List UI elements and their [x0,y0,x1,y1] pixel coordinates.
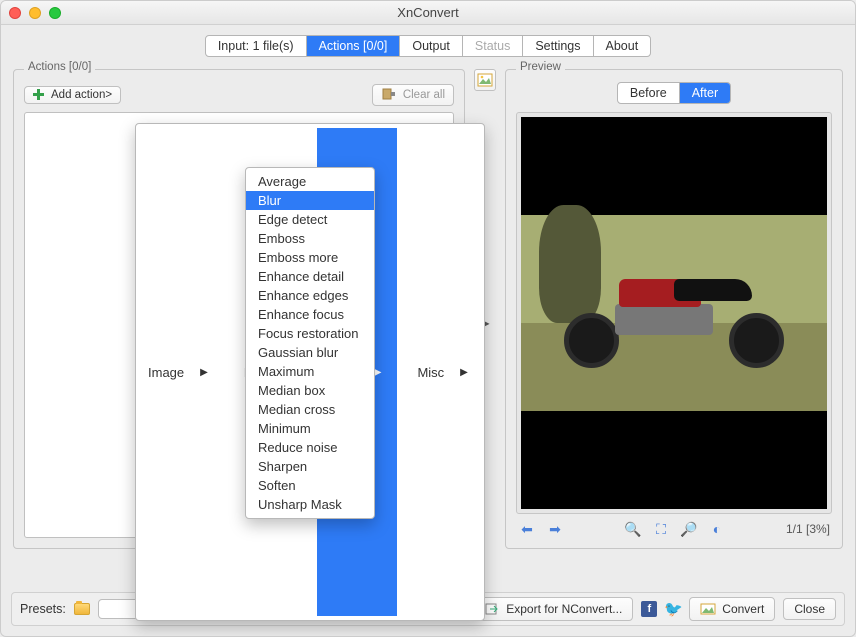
filter-item-label: Enhance focus [258,307,344,322]
plus-icon [33,89,45,101]
tab-actions[interactable]: Actions [0/0] [307,36,401,56]
next-image-icon[interactable]: ➡ [546,520,564,538]
filter-item-enhance-edges[interactable]: Enhance edges [246,286,374,305]
filter-item-label: Median cross [258,402,335,417]
main-tabs: Input: 1 file(s) Actions [0/0] Output St… [205,35,651,57]
preview-panel: Preview Before After [505,69,843,549]
tab-status[interactable]: Status [463,36,523,56]
filter-item-gaussian-blur[interactable]: Gaussian blur [246,343,374,362]
titlebar: XnConvert [1,1,855,25]
filter-item-label: Enhance edges [258,288,348,303]
app-window: XnConvert Input: 1 file(s) Actions [0/0]… [0,0,856,637]
zoom-reset-icon[interactable]: ◐ [708,520,726,538]
submenu-arrow-icon: ▶ [200,367,208,378]
tab-about[interactable]: About [594,36,651,56]
filter-item-median-box[interactable]: Median box [246,381,374,400]
add-action-label: Add action> [51,89,112,101]
menu-item-misc-label: Misc [417,365,444,380]
filter-item-average[interactable]: Average [246,172,374,191]
wheel-rear [729,313,784,368]
close-button[interactable]: Close [783,598,836,620]
convert-icon [700,601,716,617]
window-title: XnConvert [1,5,855,20]
filter-item-label: Emboss more [258,250,338,265]
filter-item-label: Reduce noise [258,440,338,455]
wheel-front [564,313,619,368]
clear-all-label: Clear all [403,89,445,101]
actions-toolbar: Add action> Clear all [24,84,454,106]
filter-item-label: Minimum [258,421,311,436]
filter-item-reduce-noise[interactable]: Reduce noise [246,438,374,457]
preview-scene [521,215,827,411]
preview-image[interactable] [521,117,827,509]
facebook-icon[interactable]: f [641,601,657,617]
filter-item-label: Gaussian blur [258,345,338,360]
broom-icon [381,87,397,103]
preview-controls: ⬅ ➡ 🔍 ⛶ 🔎 ◐ 1/1 [3%] [516,514,832,538]
menu-item-misc[interactable]: Misc ▶ [405,128,483,616]
motorcycle-shape [576,284,772,362]
filter-submenu: Average Blur Edge detect Emboss Emboss more E… [245,167,375,519]
filter-item-enhance-detail[interactable]: Enhance detail [246,267,374,286]
filter-item-edge-detect[interactable]: Edge detect [246,210,374,229]
tab-output[interactable]: Output [400,36,463,56]
seat [674,279,752,301]
zoom-in-icon[interactable]: 🔍 [624,520,642,538]
menu-item-image-label: Image [148,365,184,380]
filter-item-label: Edge detect [258,212,327,227]
preview-image-frame [516,112,832,514]
preview-legend: Preview [516,61,565,73]
export-nconvert-label: Export for NConvert... [506,602,622,616]
filter-item-label: Sharpen [258,459,307,474]
convert-button[interactable]: Convert [689,597,775,621]
prev-image-icon[interactable]: ⬅ [518,520,536,538]
preview-counter: 1/1 [3%] [786,522,830,536]
export-icon [484,601,500,617]
preview-toggle-row: Before After [516,82,832,104]
filter-item-label: Soften [258,478,296,493]
presets-label: Presets: [20,602,66,616]
add-action-button[interactable]: Add action> [24,86,121,104]
close-label: Close [794,602,825,616]
tab-settings[interactable]: Settings [523,36,593,56]
actions-legend: Actions [0/0] [24,61,95,73]
filter-item-emboss-more[interactable]: Emboss more [246,248,374,267]
picture-icon [477,72,493,88]
filter-item-minimum[interactable]: Minimum [246,419,374,438]
menu-item-image[interactable]: Image ▶ [136,128,224,616]
tab-input[interactable]: Input: 1 file(s) [206,36,307,56]
filter-item-label: Unsharp Mask [258,497,342,512]
toggle-before[interactable]: Before [618,83,680,103]
filter-item-sharpen[interactable]: Sharpen [246,457,374,476]
filter-item-label: Maximum [258,364,314,379]
filter-item-label: Blur [258,193,281,208]
filter-item-unsharp-mask[interactable]: Unsharp Mask [246,495,374,514]
export-nconvert-button[interactable]: Export for NConvert... [473,597,633,621]
preview-refresh-button[interactable] [474,69,496,91]
filter-item-enhance-focus[interactable]: Enhance focus [246,305,374,324]
filter-item-label: Average [258,174,306,189]
zoom-fit-icon[interactable]: ⛶ [652,520,670,538]
convert-label: Convert [722,602,764,616]
clear-all-button[interactable]: Clear all [372,84,454,106]
filter-item-blur[interactable]: Blur [246,191,374,210]
zoom-out-icon[interactable]: 🔎 [680,520,698,538]
filter-item-focus-restoration[interactable]: Focus restoration [246,324,374,343]
filter-item-emboss[interactable]: Emboss [246,229,374,248]
filter-item-label: Median box [258,383,325,398]
before-after-toggle: Before After [617,82,731,104]
filter-item-maximum[interactable]: Maximum [246,362,374,381]
filter-item-soften[interactable]: Soften [246,476,374,495]
filter-item-label: Enhance detail [258,269,344,284]
toggle-after[interactable]: After [680,83,730,103]
filter-item-label: Emboss [258,231,305,246]
twitter-icon[interactable]: 🐦 [665,601,681,617]
open-preset-folder-icon[interactable] [74,603,90,615]
engine-block [615,304,713,335]
filter-item-median-cross[interactable]: Median cross [246,400,374,419]
filter-item-label: Focus restoration [258,326,358,341]
tabs-row: Input: 1 file(s) Actions [0/0] Output St… [1,25,855,63]
submenu-arrow-icon: ▶ [460,367,468,378]
